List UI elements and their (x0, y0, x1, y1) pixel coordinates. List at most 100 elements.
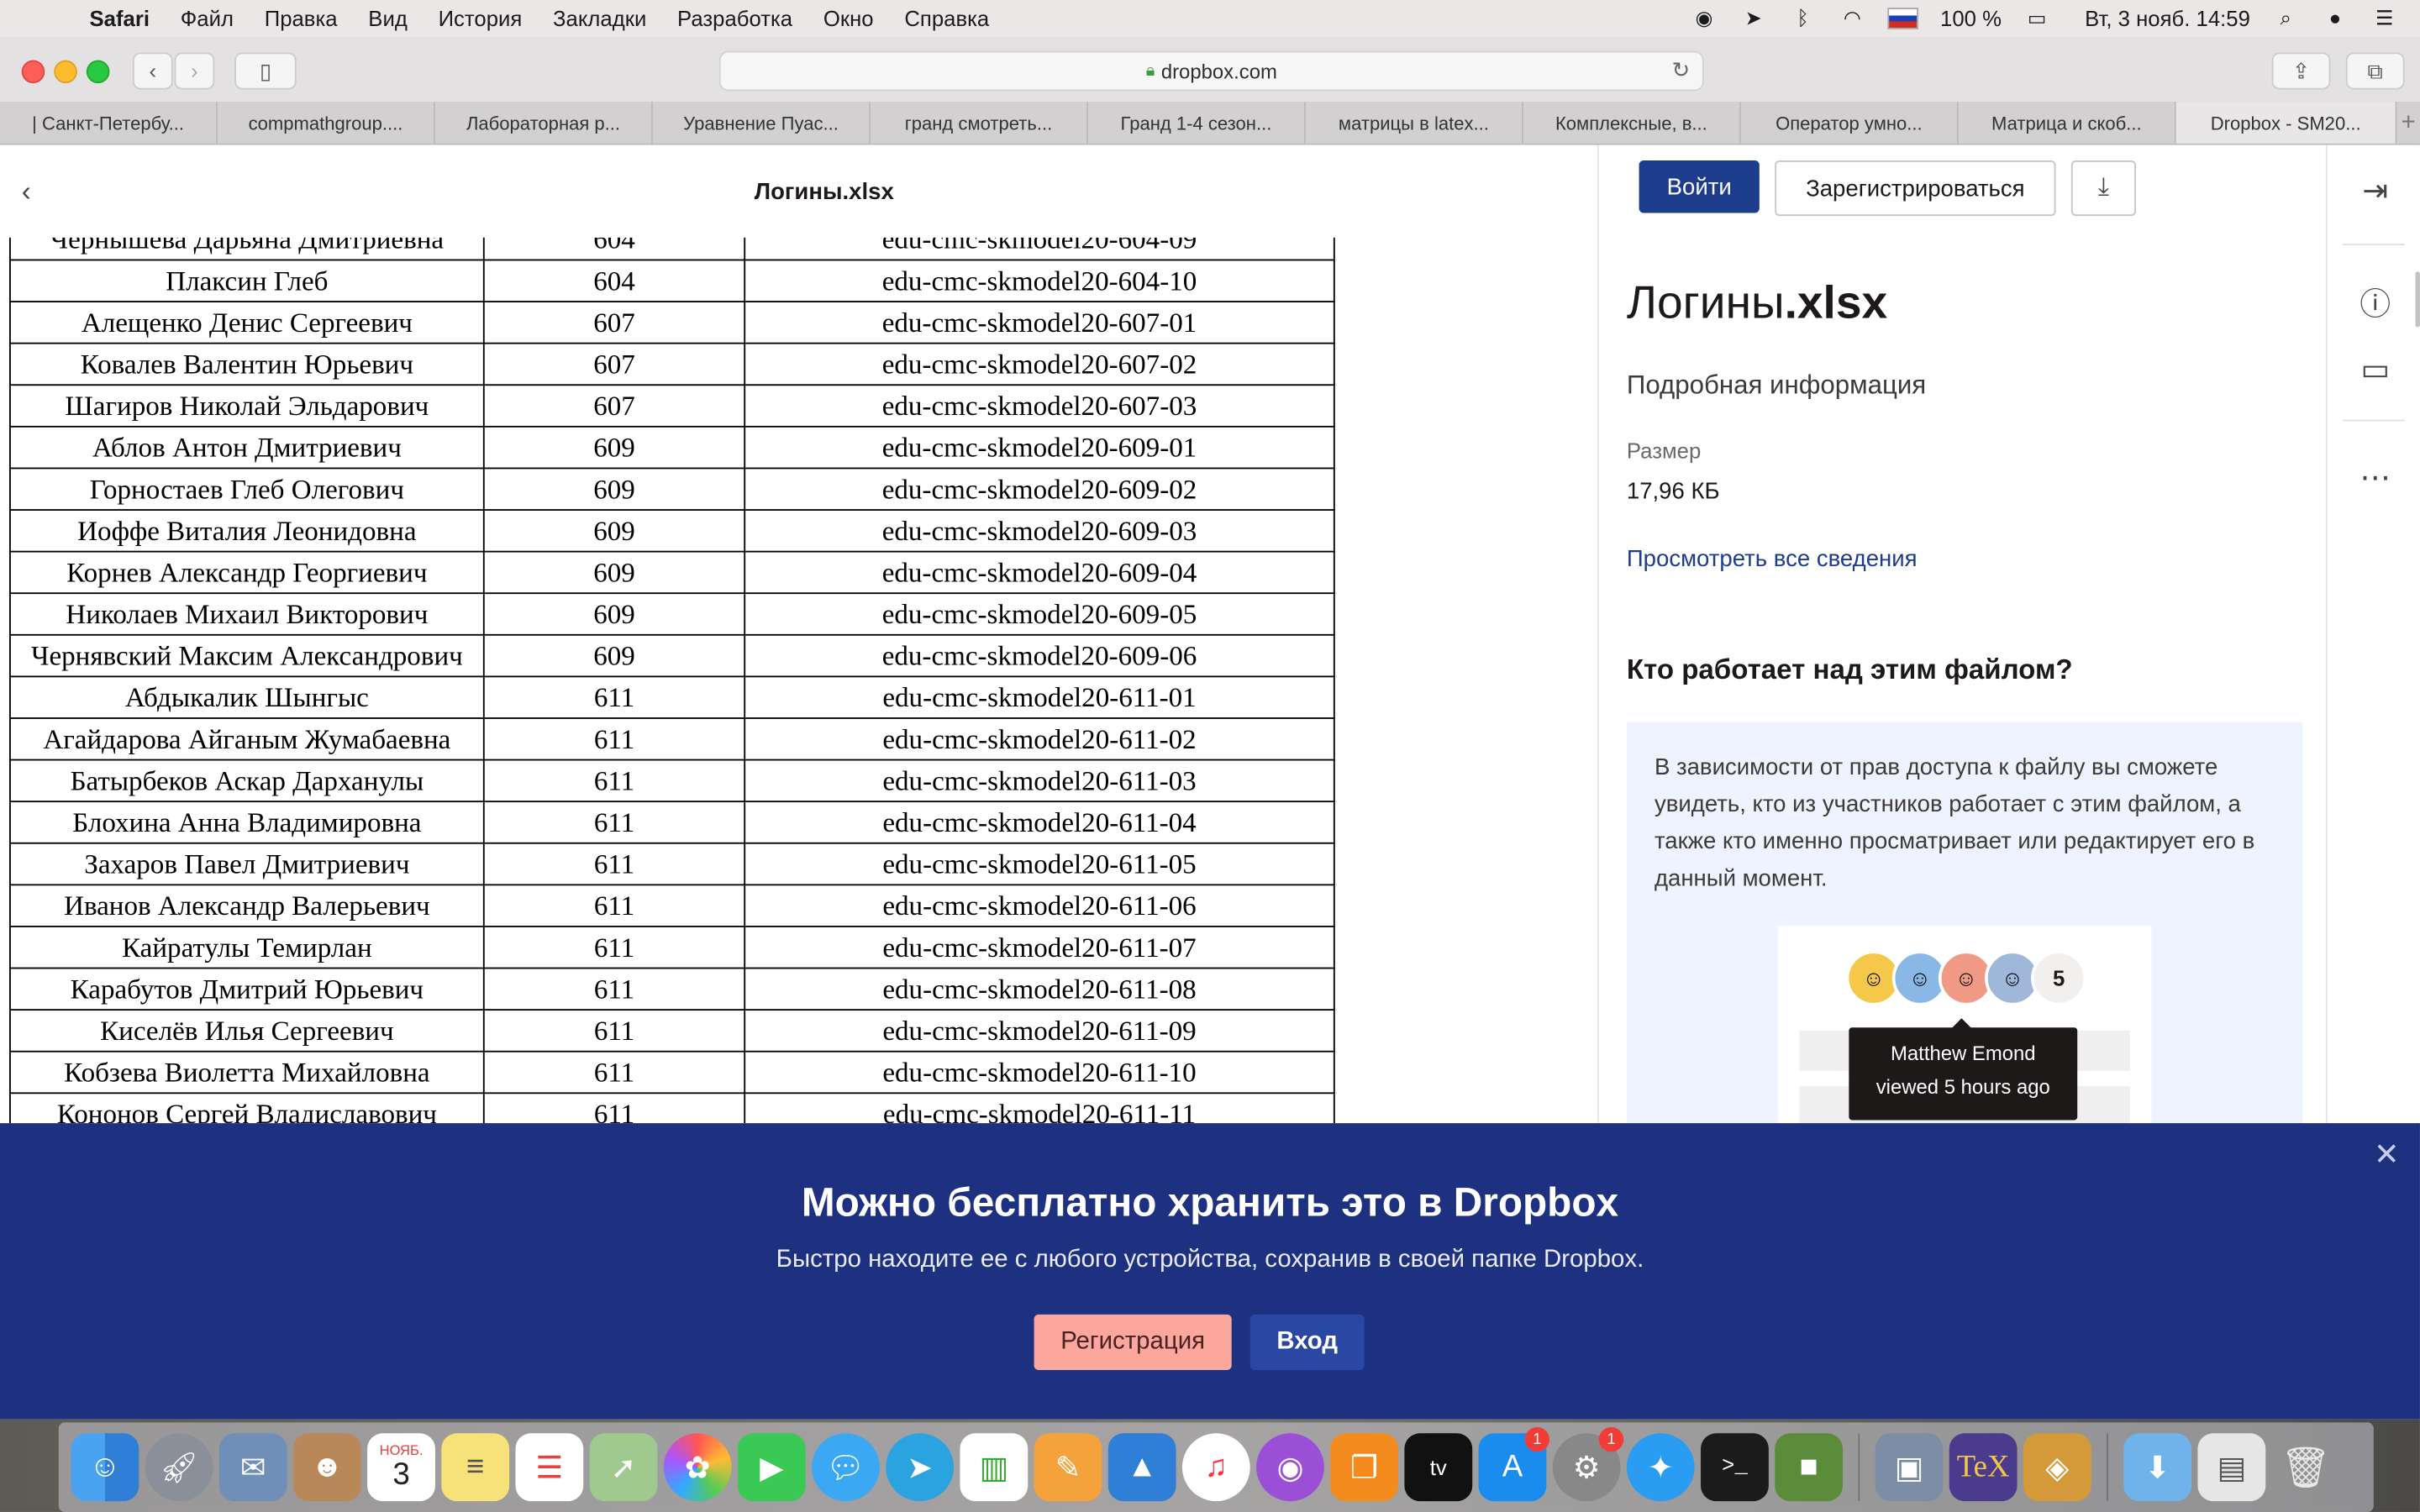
cell-login: edu-cmc-skmodel20-611-11 (744, 1092, 1335, 1124)
tab-overview-icon[interactable]: ⧉ (2345, 52, 2405, 90)
tab-2[interactable]: compmathgroup.... (218, 102, 435, 144)
more-options-icon[interactable]: ⋯ (2355, 457, 2396, 497)
app-store-icon[interactable]: A 1 (1478, 1426, 1550, 1502)
terminal-icon[interactable]: >_ (1701, 1433, 1769, 1502)
telegram-tray-icon[interactable]: ➤ (1739, 6, 1767, 30)
safari-icon[interactable]: ✦ (1626, 1433, 1695, 1502)
tab-dropbox-active[interactable]: Dropbox - SM20... (2175, 102, 2397, 144)
photos-icon[interactable]: ✿ (663, 1433, 732, 1502)
tab-9[interactable]: Оператор умно... (1741, 102, 1959, 144)
russian-flag-icon[interactable] (1887, 8, 1919, 29)
collapse-panel-icon[interactable]: ⇥ (2355, 170, 2396, 210)
sidebar-icon[interactable]: ▯ (234, 52, 297, 90)
tab-10[interactable]: Матрица и скоб... (1959, 102, 2176, 144)
system-preferences-icon[interactable]: ⚙ 1 (1552, 1426, 1624, 1502)
wifi-icon[interactable]: ◠ (1839, 6, 1866, 30)
cell-login: edu-cmc-skmodel20-611-08 (744, 967, 1335, 1011)
menu-view[interactable]: Вид (353, 6, 423, 30)
books-icon[interactable]: ❐ (1330, 1433, 1399, 1502)
cell-group: 609 (482, 509, 746, 553)
cell-group: 607 (482, 342, 746, 386)
tab-5[interactable]: гранд смотреть... (871, 102, 1088, 144)
collaborators-info-text: В зависимости от прав доступа к файлу вы… (1654, 754, 2255, 892)
spotlight-icon[interactable]: ⌕ (2272, 6, 2300, 30)
register-button[interactable]: Зарегистрироваться (1775, 160, 2056, 217)
documents-stack-icon[interactable]: ▤ (2197, 1433, 2266, 1502)
menu-app-name[interactable]: Safari (74, 6, 165, 30)
battery-icon[interactable]: ▭ (2023, 6, 2051, 30)
menu-history[interactable]: История (423, 6, 537, 30)
bluetooth-icon[interactable]: ᛒ (1789, 6, 1817, 30)
notes-icon[interactable]: ≡ (441, 1433, 510, 1502)
messages-icon[interactable]: 💬︎ (812, 1433, 880, 1502)
cell-name: Горностаев Глеб Олегович (9, 467, 485, 511)
new-tab-icon[interactable]: + (2396, 102, 2420, 144)
info-icon[interactable]: ⓘ (2355, 281, 2396, 322)
promo-login-button[interactable]: Вход (1249, 1314, 1365, 1370)
notification-center-icon[interactable]: ☰ (2370, 6, 2398, 30)
address-bar[interactable]: 🔒︎ dropbox.com ↻ (718, 50, 1704, 92)
menu-help[interactable]: Справка (889, 6, 1005, 30)
cell-group: 609 (482, 425, 746, 470)
fullscreen-window-button[interactable] (86, 60, 110, 84)
podcasts-icon[interactable]: ◉ (1256, 1433, 1324, 1502)
cell-group: 611 (482, 1009, 746, 1053)
preview-icon[interactable]: ▣ (1875, 1433, 1944, 1502)
promo-register-button[interactable]: Регистрация (1034, 1314, 1232, 1370)
contacts-icon[interactable]: ☻ (292, 1433, 361, 1502)
finder-icon[interactable]: ☺ (71, 1433, 139, 1502)
close-icon[interactable]: ✕ (2374, 1136, 2400, 1174)
telegram-icon[interactable]: ➤ (886, 1433, 955, 1502)
download-icon[interactable]: ⤓ (2070, 160, 2136, 217)
menu-edit[interactable]: Правка (249, 6, 353, 30)
cell-login: edu-cmc-skmodel20-611-04 (744, 801, 1335, 844)
minimize-window-button[interactable] (54, 60, 77, 84)
trash-icon[interactable]: 🗑︎ (2272, 1433, 2340, 1501)
menu-file[interactable]: Файл (165, 6, 249, 30)
panel-file-title: Логины.xlsx (1627, 278, 1887, 330)
keynote-icon[interactable]: ▲ (1107, 1433, 1176, 1502)
minecraft-icon[interactable]: ■ (1775, 1433, 1844, 1502)
cell-login: edu-cmc-skmodel20-604-10 (744, 259, 1335, 302)
pages-icon[interactable]: ✎ (1034, 1433, 1102, 1502)
tex-icon[interactable]: TeX (1949, 1433, 2018, 1502)
forward-icon[interactable]: › (174, 52, 215, 90)
hearthstone-icon[interactable]: ◈ (2023, 1433, 2091, 1502)
tab-3[interactable]: Лабораторная р... (435, 102, 653, 144)
scrollbar[interactable] (2415, 271, 2420, 328)
numbers-icon[interactable]: ▥ (960, 1433, 1028, 1502)
facetime-icon[interactable]: ▶ (737, 1433, 806, 1502)
share-icon[interactable]: ⇪ (2271, 52, 2331, 90)
tab-7[interactable]: матрицы в latex... (1306, 102, 1523, 144)
tab-4[interactable]: Уравнение Пуас... (653, 102, 871, 144)
apple-tv-icon[interactable]: tv (1404, 1433, 1473, 1502)
view-all-details-link[interactable]: Просмотреть все сведения (1627, 546, 1918, 572)
table-row: Кононов Сергей Владиславович 611 edu-cmc-s… (9, 1092, 1335, 1124)
calendar-icon[interactable]: НОЯБ. 3 (367, 1433, 435, 1502)
reminders-icon[interactable]: ☰ (515, 1433, 584, 1502)
table-row: Кайратулы Темирлан 611 edu-cmc-skmodel20-6… (9, 926, 1335, 969)
tab-1[interactable]: | Санкт-Петербу... (0, 102, 218, 144)
back-icon[interactable]: ‹ (132, 52, 173, 90)
login-button[interactable]: Войти (1639, 160, 1760, 213)
maps-icon[interactable]: ➚ (589, 1433, 658, 1502)
cell-login: edu-cmc-skmodel20-609-02 (744, 467, 1335, 511)
tab-6[interactable]: Гранд 1-4 сезон... (1088, 102, 1306, 144)
tab-8[interactable]: Комплексные, в... (1523, 102, 1741, 144)
menu-window[interactable]: Окно (808, 6, 889, 30)
focus-icon[interactable]: ◉ (1691, 6, 1718, 30)
launchpad-icon[interactable]: 🚀︎ (145, 1433, 213, 1502)
datetime[interactable]: Вт, 3 нояб. 14:59 (2085, 6, 2250, 30)
cell-login: edu-cmc-skmodel20-611-05 (744, 842, 1335, 886)
downloads-folder-icon[interactable]: ⬇ (2123, 1433, 2192, 1502)
reload-icon[interactable]: ↻ (1672, 57, 1691, 83)
music-icon[interactable]: ♫ (1181, 1433, 1250, 1502)
table-row: Ковалев Валентин Юрьевич 607 edu-cmc-skmod… (9, 342, 1335, 386)
comment-icon[interactable]: ▭ (2355, 349, 2396, 389)
cell-login: edu-cmc-skmodel20-609-03 (744, 509, 1335, 553)
menu-bookmarks[interactable]: Закладки (538, 6, 662, 30)
siri-icon[interactable]: ● (2321, 6, 2349, 30)
close-window-button[interactable] (21, 60, 45, 84)
mail-stamp-icon[interactable]: ✉ (218, 1433, 287, 1502)
menu-develop[interactable]: Разработка (662, 6, 808, 30)
